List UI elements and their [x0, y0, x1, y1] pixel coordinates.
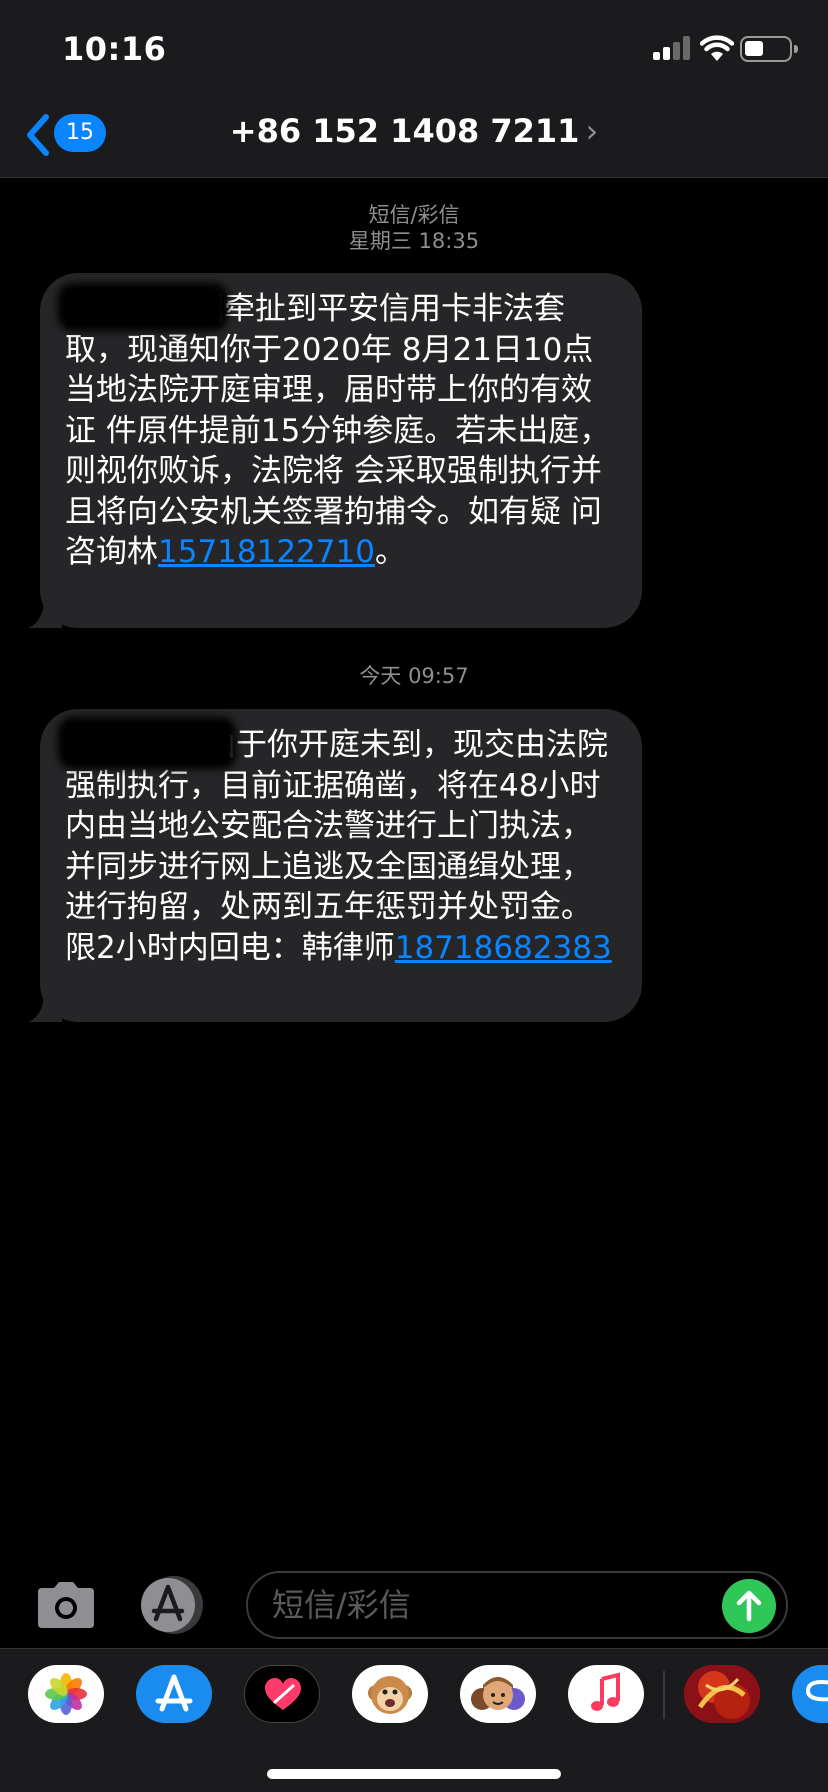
chevron-right-icon: ›	[585, 112, 599, 150]
camera-icon[interactable]	[34, 1580, 98, 1630]
app-store-button-icon[interactable]	[138, 1575, 212, 1635]
bubble-tail	[28, 598, 62, 628]
game-icon[interactable]	[684, 1665, 760, 1723]
message-text-end: 。	[374, 534, 406, 570]
status-time: 10:16	[62, 30, 167, 68]
home-indicator[interactable]	[267, 1769, 561, 1779]
contact-number: +86 152 1408 7211	[229, 112, 580, 150]
phone-link[interactable]: 15718122710	[158, 534, 375, 570]
message-bubble-2[interactable]: 由于你开庭未到，现交由法院强制执行，目前证据确凿，将在48小时内由当地公安配合法…	[28, 709, 642, 1022]
battery-icon	[740, 36, 798, 62]
digital-touch-icon[interactable]	[244, 1665, 320, 1723]
back-chevron-icon[interactable]	[22, 112, 56, 158]
message-service-label: 短信/彩信	[368, 203, 460, 227]
partial-app-icon[interactable]	[792, 1665, 828, 1723]
phone-link[interactable]: 18718682383	[395, 930, 612, 966]
animoji-icon[interactable]	[352, 1665, 428, 1723]
arrow-up-icon	[736, 1590, 762, 1622]
message-input-placeholder: 短信/彩信	[272, 1586, 411, 1624]
send-button[interactable]	[722, 1579, 776, 1633]
status-bar: 10:16	[0, 0, 828, 100]
music-icon[interactable]	[568, 1665, 644, 1723]
app-drawer	[0, 1648, 828, 1792]
redacted-text	[58, 283, 228, 331]
message-timestamp: 星期三 18:35	[348, 229, 480, 253]
contact-header-button[interactable]: +86 152 1408 7211 ›	[0, 112, 828, 150]
message-bubble-1[interactable]: 因牵扯到平安信用卡非法套取，现通知你于2020年 8月21日10点当地法院开庭审…	[28, 273, 642, 628]
redacted-text	[58, 717, 236, 769]
conversation-header: +86 152 1408 7211 › 15	[0, 100, 828, 178]
cellular-signal-icon	[653, 36, 691, 60]
composer-bar: 短信/彩信	[0, 1568, 828, 1644]
unread-count-badge[interactable]: 15	[54, 114, 106, 152]
wifi-icon	[700, 35, 734, 61]
message-timestamp: 今天 09:57	[359, 664, 469, 688]
message-text: 因牵扯到平安信用卡非法套取，现通知你于2020年 8月21日10点当地法院开庭审…	[65, 291, 611, 570]
memoji-icon[interactable]	[460, 1665, 536, 1723]
drawer-divider	[663, 1671, 665, 1719]
message-input[interactable]: 短信/彩信	[246, 1571, 788, 1639]
photos-icon[interactable]	[28, 1665, 104, 1723]
app-store-icon[interactable]	[136, 1665, 212, 1723]
bubble-tail	[28, 992, 62, 1022]
